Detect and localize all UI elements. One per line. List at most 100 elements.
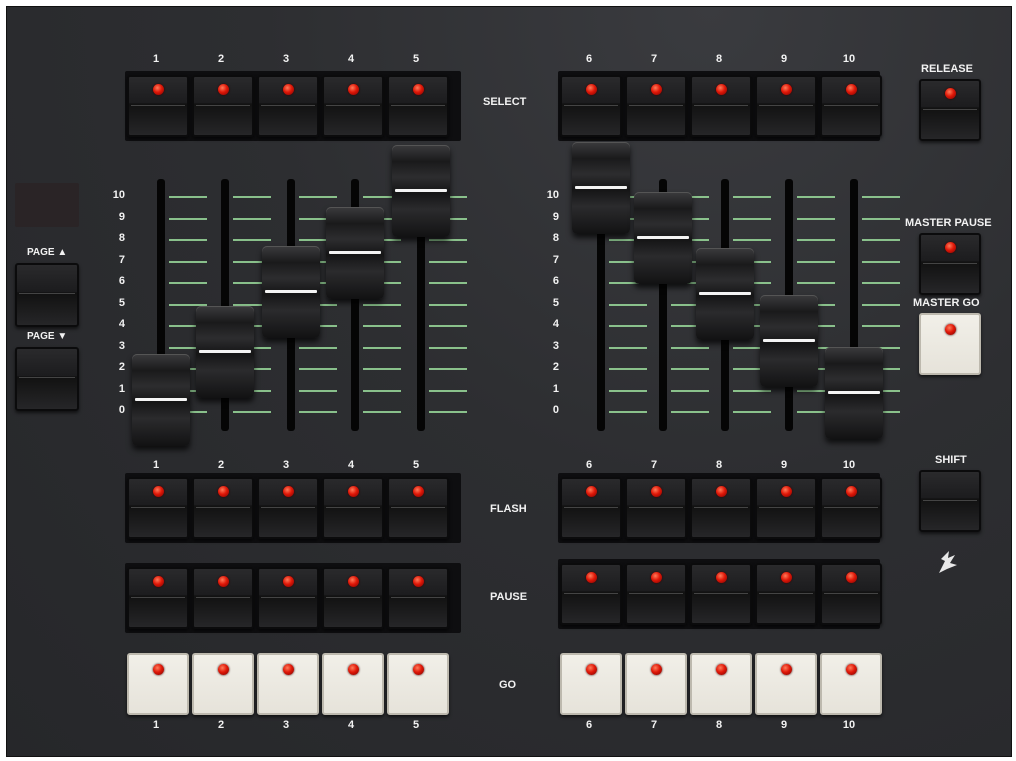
fader-tick-7-1 <box>671 389 709 392</box>
select-button-3[interactable] <box>257 75 319 137</box>
pause-button-7[interactable] <box>625 563 687 625</box>
fader-tick-8-9 <box>733 217 771 220</box>
fader-tick-4-0 <box>363 411 401 413</box>
flash-led-5 <box>413 486 424 497</box>
flash-button-10[interactable] <box>820 477 882 539</box>
fader-knob-7[interactable] <box>634 191 692 284</box>
fader-knob-6[interactable] <box>572 142 630 235</box>
flash-led-10 <box>846 486 857 497</box>
select-button-4[interactable] <box>322 75 384 137</box>
go-number-9: 9 <box>780 719 788 731</box>
flash-number-3: 3 <box>282 459 290 471</box>
pause-button-9[interactable] <box>755 563 817 625</box>
fader-knob-9[interactable] <box>760 295 818 388</box>
go-button-6[interactable] <box>560 653 622 715</box>
fader-knob-line-2 <box>199 349 251 353</box>
go-button-10[interactable] <box>820 653 882 715</box>
flash-button-4[interactable] <box>322 477 384 539</box>
select-led-5 <box>413 84 424 95</box>
scale-left-5: 5 <box>118 296 125 309</box>
fader-tick-10-4 <box>862 325 900 327</box>
flash-button-5[interactable] <box>387 477 449 539</box>
go-number-8: 8 <box>715 719 723 731</box>
pause-button-3[interactable] <box>257 567 319 629</box>
select-button-6[interactable] <box>560 75 622 137</box>
fader-tick-5-2 <box>429 368 467 370</box>
scale-left-0: 0 <box>118 404 125 416</box>
page-up-label: PAGE ▲ <box>27 247 68 258</box>
fader-knob-10[interactable] <box>825 346 883 439</box>
fader-knob-1[interactable] <box>132 354 190 447</box>
flash-button-3[interactable] <box>257 477 319 539</box>
scale-right-2: 2 <box>552 361 559 373</box>
select-button-1[interactable] <box>127 75 189 137</box>
pause-button-1[interactable] <box>127 567 189 629</box>
scale-left-2: 2 <box>118 361 125 373</box>
scale-right-5: 5 <box>552 296 559 309</box>
display-window <box>15 183 79 227</box>
go-button-5[interactable] <box>387 653 449 715</box>
pause-button-4[interactable] <box>322 567 384 629</box>
fader-knob-8[interactable] <box>696 247 754 340</box>
select-button-7[interactable] <box>625 75 687 137</box>
fader-knob-2[interactable] <box>196 305 254 398</box>
flash-button-2[interactable] <box>192 477 254 539</box>
page-down-button[interactable] <box>15 347 79 411</box>
master-pause-button[interactable] <box>919 233 981 295</box>
scale-left-9: 9 <box>118 210 125 223</box>
flash-button-1[interactable] <box>127 477 189 539</box>
flash-button-9[interactable] <box>755 477 817 539</box>
go-led-5 <box>413 664 424 675</box>
master-go-button[interactable] <box>919 313 981 375</box>
page-up-button[interactable] <box>15 263 79 327</box>
go-led-7 <box>651 664 662 675</box>
go-button-7[interactable] <box>625 653 687 715</box>
go-led-1 <box>153 664 164 675</box>
fader-knob-4[interactable] <box>326 206 384 299</box>
flash-button-7[interactable] <box>625 477 687 539</box>
scale-left-1: 1 <box>118 382 125 395</box>
flash-number-8: 8 <box>715 459 723 471</box>
pause-led-1 <box>153 576 164 587</box>
pause-button-6[interactable] <box>560 563 622 625</box>
select-button-2[interactable] <box>192 75 254 137</box>
scale-left-8: 8 <box>118 232 125 244</box>
fader-tick-3-0 <box>299 411 337 413</box>
go-button-2[interactable] <box>192 653 254 715</box>
pause-button-5[interactable] <box>387 567 449 629</box>
pause-button-10[interactable] <box>820 563 882 625</box>
select-led-3 <box>283 84 294 95</box>
fader-tick-4-5 <box>363 303 401 306</box>
shift-button[interactable] <box>919 470 981 532</box>
pause-button-8[interactable] <box>690 563 752 625</box>
flash-led-8 <box>716 486 727 497</box>
select-number-4: 4 <box>347 53 355 65</box>
fader-tick-7-2 <box>671 368 709 370</box>
select-button-10[interactable] <box>820 75 882 137</box>
release-button[interactable] <box>919 79 981 141</box>
select-label: SELECT <box>483 96 527 108</box>
go-button-3[interactable] <box>257 653 319 715</box>
fader-tick-5-3 <box>429 346 467 349</box>
scale-left-4: 4 <box>118 318 125 330</box>
master-pause-led <box>945 242 956 253</box>
go-button-8[interactable] <box>690 653 752 715</box>
pause-button-2[interactable] <box>192 567 254 629</box>
go-button-9[interactable] <box>755 653 817 715</box>
flash-led-4 <box>348 486 359 497</box>
go-button-1[interactable] <box>127 653 189 715</box>
select-button-9[interactable] <box>755 75 817 137</box>
select-button-8[interactable] <box>690 75 752 137</box>
fader-knob-line-8 <box>699 291 751 295</box>
fader-tick-5-4 <box>429 325 467 327</box>
go-button-4[interactable] <box>322 653 384 715</box>
flash-button-6[interactable] <box>560 477 622 539</box>
fader-knob-3[interactable] <box>262 245 320 338</box>
master-pause-label: MASTER PAUSE <box>905 217 992 229</box>
fader-knob-5[interactable] <box>392 144 450 237</box>
flash-button-8[interactable] <box>690 477 752 539</box>
flash-led-7 <box>651 486 662 497</box>
fader-tick-6-4 <box>609 325 647 327</box>
select-button-5[interactable] <box>387 75 449 137</box>
flash-number-5: 5 <box>412 459 420 471</box>
